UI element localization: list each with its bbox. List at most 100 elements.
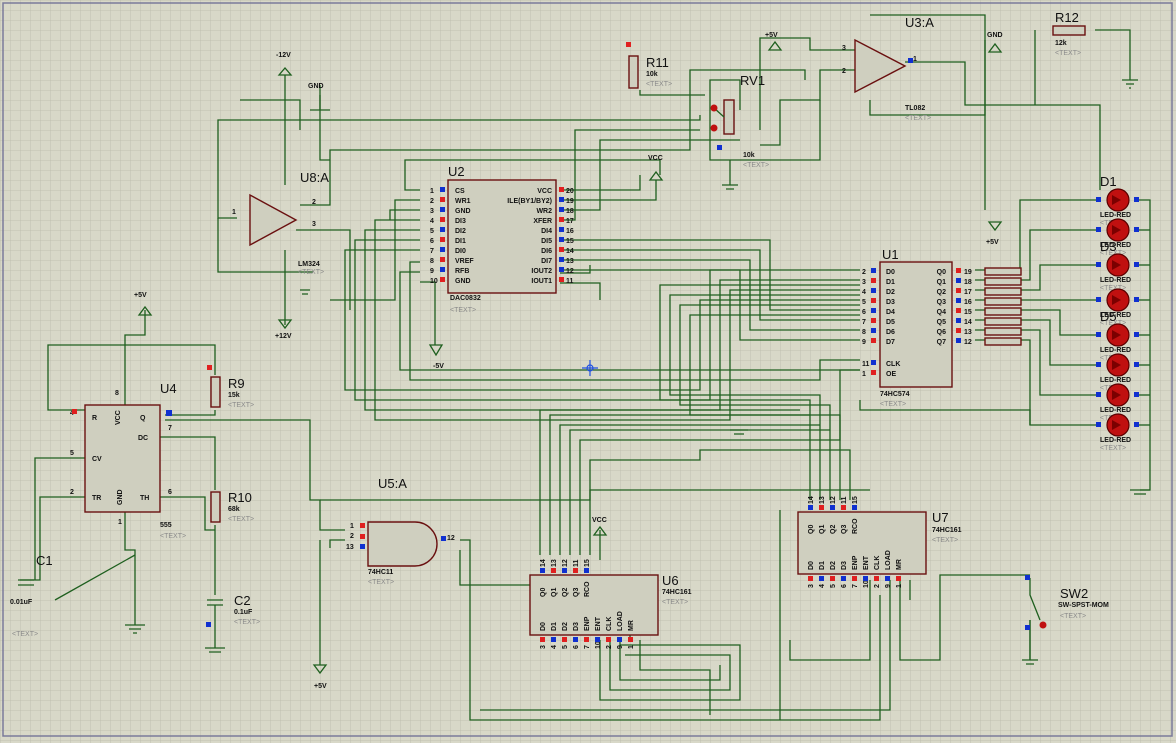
u2-dac[interactable]: U2 DAC0832 <TEXT> CS 1 WR1 2 GND 3 DI3 4 DI2 5 DI1… xyxy=(430,164,574,314)
u6-pins-state xyxy=(606,637,611,642)
u1-pin-state xyxy=(956,278,961,283)
rv1-value: 10k xyxy=(743,152,755,159)
u1-pin-state xyxy=(871,360,876,365)
u1-pin-number: 18 xyxy=(964,279,972,286)
u7-pins-state xyxy=(896,576,901,581)
u1-pin-state xyxy=(956,328,961,333)
rv1-text: <TEXT> xyxy=(743,162,769,169)
u1-pin-number: 2 xyxy=(862,269,866,276)
u1-pin-state xyxy=(871,318,876,323)
p5v-label-u4: +5V xyxy=(134,292,147,299)
u6-part: 74HC161 xyxy=(662,589,692,596)
led-pin-state xyxy=(1134,197,1139,202)
u7-pins-state xyxy=(885,576,890,581)
u2-pin-number: 11 xyxy=(566,278,574,285)
array-resistor xyxy=(984,287,1022,296)
c1-value: 0.01uF xyxy=(10,599,33,606)
u2-pin-state xyxy=(440,187,445,192)
led-pin-state xyxy=(1134,422,1139,427)
r11-ref: R11 xyxy=(646,55,669,70)
svg-text:1: 1 xyxy=(913,56,917,63)
p12v-label: +12V xyxy=(275,333,292,340)
u2-pin-number: 4 xyxy=(430,218,434,225)
u1-pin-state xyxy=(871,298,876,303)
u7-pins-label: D0 xyxy=(808,561,815,570)
u2-pin-state xyxy=(440,227,445,232)
u7-pins-number: 4 xyxy=(819,584,826,588)
array-resistor xyxy=(984,337,1022,346)
u1-pin-label: Q3 xyxy=(937,299,946,306)
u7-pins-number: 14 xyxy=(808,496,815,504)
u6-pins-number: 9 xyxy=(617,645,624,649)
u1-part: 74HC574 xyxy=(880,391,910,398)
u6-pins-number: 15 xyxy=(584,559,591,567)
r10-value: 68k xyxy=(228,506,240,513)
c2-ref: C2 xyxy=(234,593,251,608)
led-pin-state xyxy=(1134,262,1139,267)
u1-pin-number: 16 xyxy=(964,299,972,306)
led-pin-state xyxy=(1096,362,1101,367)
u7-pins-number: 12 xyxy=(830,496,837,504)
u1-pin-number: 9 xyxy=(862,339,866,346)
u7-pins-label: Q0 xyxy=(808,525,815,534)
svg-text:1: 1 xyxy=(232,209,236,216)
u2-pin-number: 3 xyxy=(430,208,434,215)
u6-pins-label: RCO xyxy=(584,581,591,597)
u6-pins-number: 2 xyxy=(606,645,613,649)
u2-pin-label: WR2 xyxy=(536,208,552,215)
u2-pin-label: DI6 xyxy=(541,248,552,255)
u6-pins-label: D2 xyxy=(562,622,569,631)
c2-text: <TEXT> xyxy=(234,619,260,626)
u7-pins-label: D2 xyxy=(830,561,837,570)
u3-ref: U3:A xyxy=(905,15,934,30)
u1-pin-label: Q5 xyxy=(937,319,946,326)
u2-pin-label: GND xyxy=(455,208,471,215)
c1-ref: C1 xyxy=(36,553,53,568)
u1-pin-label: Q7 xyxy=(937,339,946,346)
u7-pins-state xyxy=(819,505,824,510)
u1-pin-label: D1 xyxy=(886,279,895,286)
u1-pin-label: D2 xyxy=(886,289,895,296)
u2-pin-number: 1 xyxy=(430,188,434,195)
u1-pin-label: D5 xyxy=(886,319,895,326)
array-resistor xyxy=(984,277,1022,286)
u6-pins-state xyxy=(540,568,545,573)
u2-pin-label: IOUT2 xyxy=(531,268,552,275)
u1-pin-label: OE xyxy=(886,371,896,378)
svg-text:R: R xyxy=(92,415,97,422)
svg-text:13: 13 xyxy=(346,544,354,551)
u2-pin-state xyxy=(559,267,564,272)
u6-pins-state xyxy=(617,637,622,642)
u2-pin-state xyxy=(440,267,445,272)
r12-ref: R12 xyxy=(1055,10,1079,25)
u7-pins-state xyxy=(808,576,813,581)
u1-pin-state xyxy=(871,268,876,273)
led-pin-state xyxy=(1096,332,1101,337)
svg-text:3: 3 xyxy=(312,221,316,228)
r9-ref: R9 xyxy=(228,376,245,391)
u1-pin-state xyxy=(871,338,876,343)
schematic-canvas[interactable]: GND -12V +12V VCC -5V +5V GND +5V +5V +5… xyxy=(0,0,1176,743)
u1-pin-state xyxy=(871,308,876,313)
u6-pins-state xyxy=(573,568,578,573)
u1-pin-label: Q2 xyxy=(937,289,946,296)
u2-pin-number: 5 xyxy=(430,228,434,235)
u7-pins-number: 2 xyxy=(874,584,881,588)
u3-text: <TEXT> xyxy=(905,115,931,122)
u6-pins-label: D3 xyxy=(573,622,580,631)
u2-pin-state xyxy=(559,247,564,252)
u7-pins-label: RCO xyxy=(852,518,859,534)
u1-pin-number: 14 xyxy=(964,319,972,326)
u2-pin-label: RFB xyxy=(455,268,469,275)
u2-pin-state xyxy=(559,227,564,232)
u7-pins-number: 5 xyxy=(830,584,837,588)
r10-ref: R10 xyxy=(228,490,252,505)
u1-pin-label: Q6 xyxy=(937,329,946,336)
u2-pin-number: 6 xyxy=(430,238,434,245)
svg-text:GND: GND xyxy=(117,489,124,505)
u1-pin-state xyxy=(871,278,876,283)
svg-text:2: 2 xyxy=(350,533,354,540)
u7-pins-state xyxy=(863,576,868,581)
u7-pins-state xyxy=(841,505,846,510)
u7-pins-state xyxy=(874,576,879,581)
